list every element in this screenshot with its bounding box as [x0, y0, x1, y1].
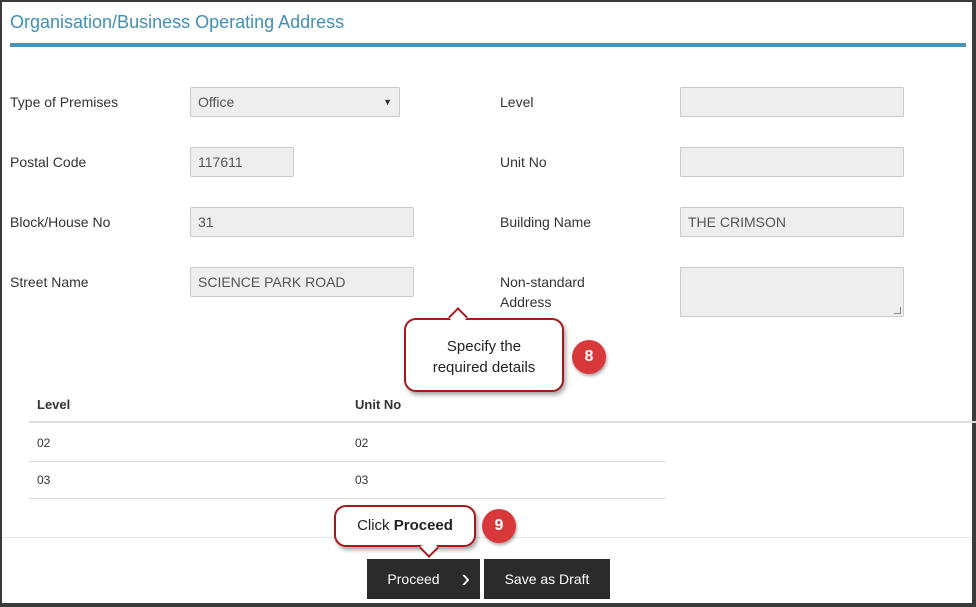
unit-no-label: Unit No — [500, 154, 547, 170]
resize-grip-icon[interactable] — [894, 307, 901, 314]
table-cell-level: 03 — [37, 473, 51, 487]
street-name-field[interactable]: SCIENCE PARK ROAD — [190, 267, 414, 297]
street-name-label: Street Name — [10, 274, 89, 290]
section-title: Organisation/Business Operating Address — [10, 12, 345, 32]
save-as-draft-label: Save as Draft — [504, 571, 590, 587]
building-name-label: Building Name — [500, 214, 592, 230]
chevron-right-icon: › — [461, 563, 470, 593]
building-name-value: THE CRIMSON — [688, 214, 786, 230]
specify-details-callout: Specify the required details — [404, 318, 564, 392]
callout-click-text: Click — [357, 517, 394, 534]
table-header-level: Level — [37, 397, 71, 412]
level-label: Level — [500, 94, 534, 110]
click-proceed-callout: Click Proceed — [334, 505, 476, 547]
proceed-button[interactable]: Proceed › — [367, 559, 480, 599]
postal-code-value: 117611 — [198, 154, 243, 170]
table-cell-unit-no: 02 — [355, 436, 369, 450]
block-house-label: Block/House No — [10, 214, 111, 230]
level-field[interactable] — [680, 87, 904, 117]
postal-code-field[interactable]: 117611 — [190, 147, 294, 177]
non-standard-address-textarea[interactable] — [680, 267, 904, 317]
row-divider — [29, 461, 666, 462]
type-of-premises-value: Office — [198, 94, 235, 110]
table-header-divider — [29, 421, 976, 423]
unit-no-field[interactable] — [680, 147, 904, 177]
block-house-field[interactable]: 31 — [190, 207, 414, 237]
proceed-label: Proceed — [387, 571, 440, 587]
title-divider — [10, 43, 966, 47]
step-badge-8: 8 — [572, 340, 606, 374]
callout-proceed-text: Proceed — [393, 517, 453, 534]
non-standard-label-line2: Address — [500, 294, 552, 310]
table-cell-level: 02 — [37, 436, 51, 450]
postal-code-label: Postal Code — [10, 154, 87, 170]
caret-down-icon: ▼ — [383, 97, 392, 107]
building-name-field[interactable]: THE CRIMSON — [680, 207, 904, 237]
row-divider — [29, 498, 666, 499]
callout-line1: Specify the — [446, 338, 522, 355]
table-header-unit-no: Unit No — [355, 397, 402, 412]
step-badge-9: 9 — [482, 509, 516, 543]
non-standard-address-label: Non-standard Address — [500, 272, 585, 312]
callout-line2: required details — [432, 359, 536, 376]
street-name-value: SCIENCE PARK ROAD — [198, 274, 346, 290]
block-house-value: 31 — [198, 214, 214, 230]
type-of-premises-select[interactable]: Office ▼ — [190, 87, 400, 117]
save-as-draft-button[interactable]: Save as Draft — [484, 559, 610, 599]
table-cell-unit-no: 03 — [355, 473, 369, 487]
type-of-premises-label: Type of Premises — [10, 94, 119, 110]
non-standard-label-line1: Non-standard — [500, 274, 585, 290]
